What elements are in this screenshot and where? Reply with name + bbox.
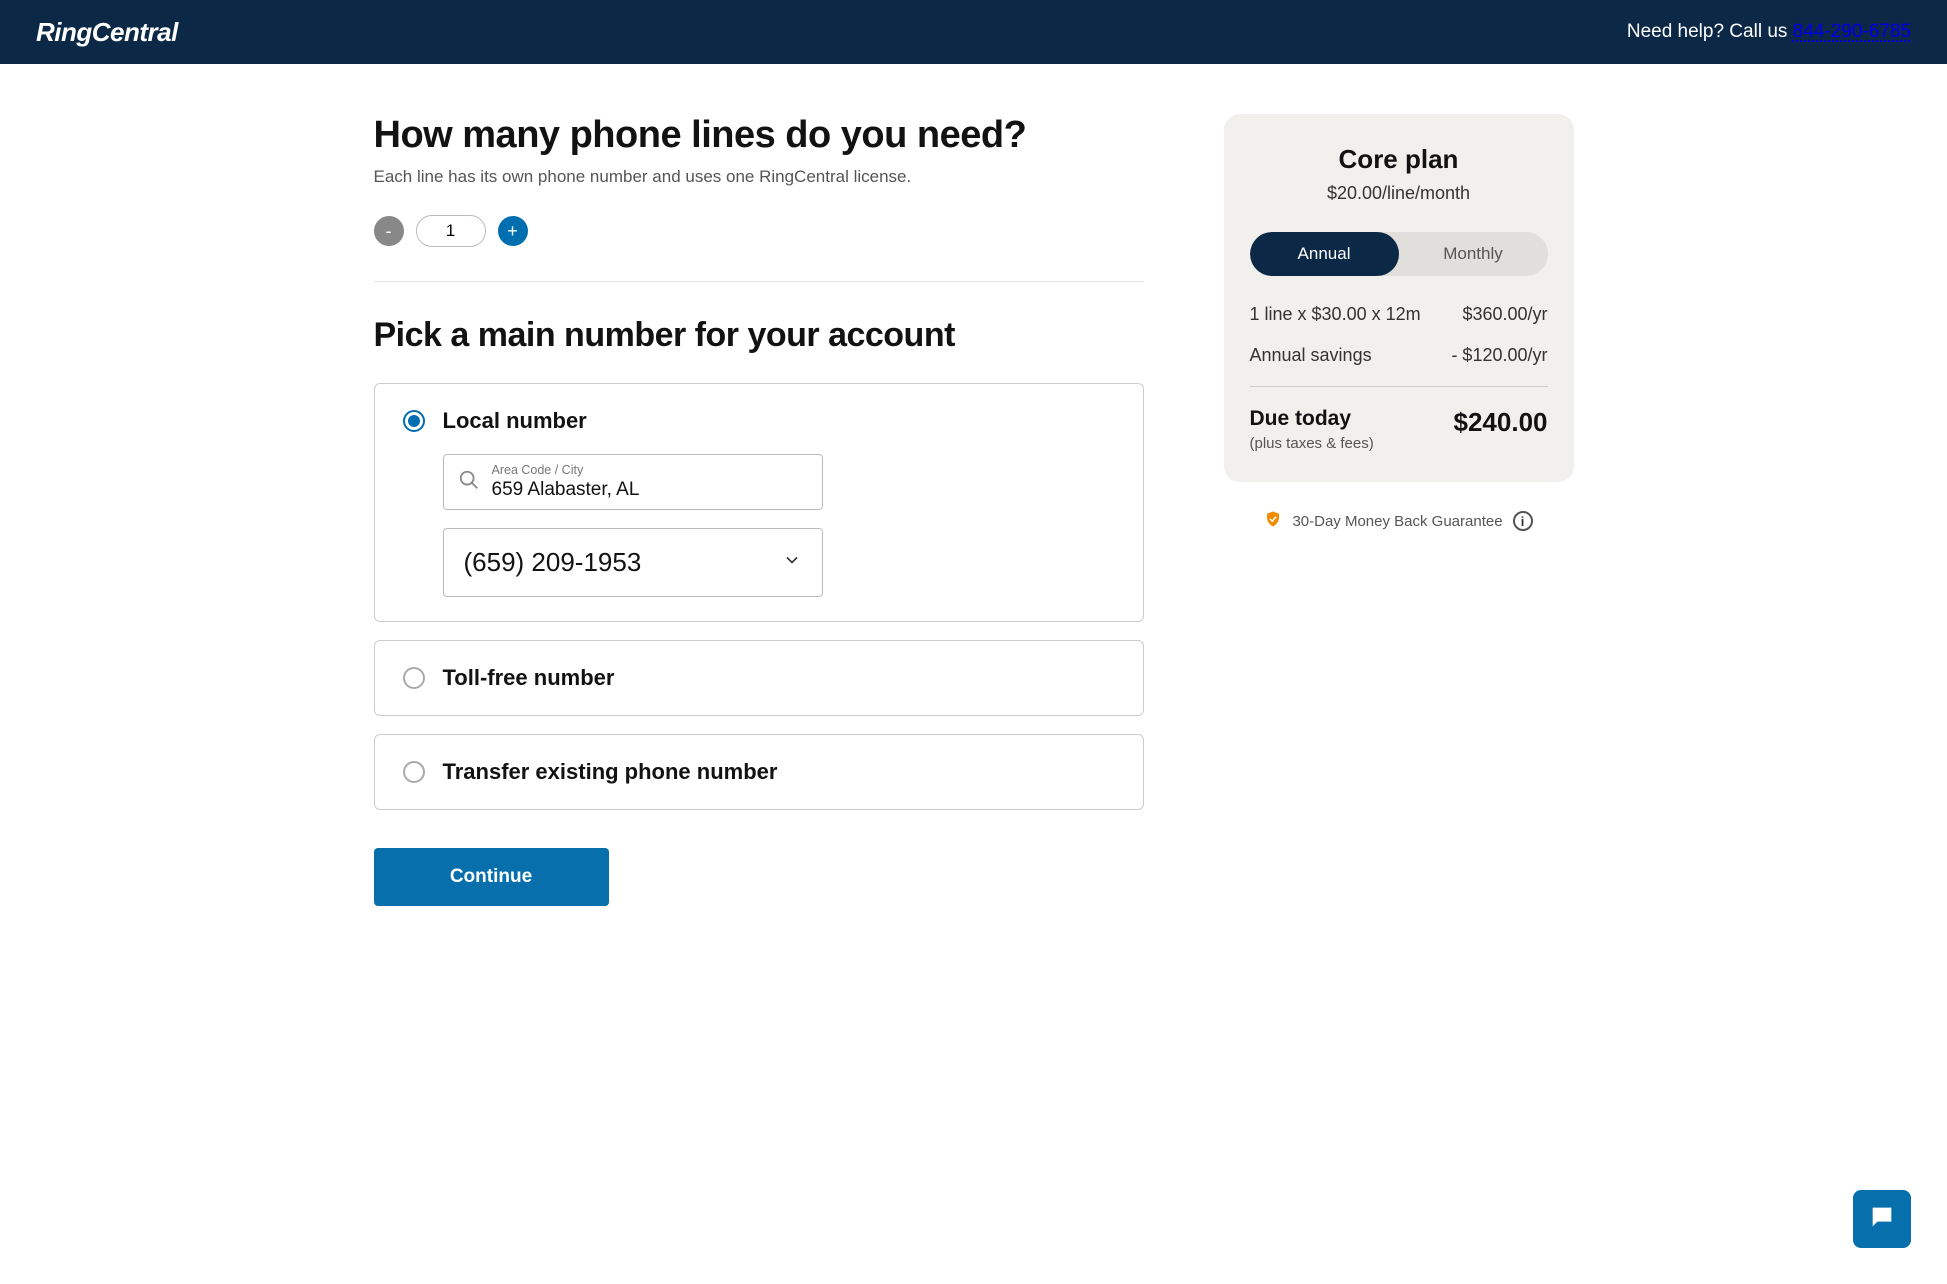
help-phone-link[interactable]: 844-290-6785 bbox=[1793, 21, 1911, 42]
option-local-label: Local number bbox=[443, 408, 587, 434]
due-today-row: Due today (plus taxes & fees) $240.00 bbox=[1250, 407, 1548, 452]
option-transfer[interactable]: Transfer existing phone number bbox=[374, 734, 1144, 810]
shield-check-icon bbox=[1264, 510, 1282, 532]
guarantee-row: 30-Day Money Back Guarantee i bbox=[1224, 510, 1574, 532]
line-item-desc: 1 line x $30.00 x 12m bbox=[1250, 304, 1421, 325]
chevron-down-icon bbox=[782, 550, 802, 575]
due-amount: $240.00 bbox=[1454, 407, 1548, 438]
continue-button[interactable]: Continue bbox=[374, 848, 609, 906]
plan-name: Core plan bbox=[1250, 144, 1548, 175]
plan-summary-card: Core plan $20.00/line/month Annual Month… bbox=[1224, 114, 1574, 482]
increment-button[interactable]: + bbox=[498, 216, 528, 246]
line-item-subtotal: 1 line x $30.00 x 12m $360.00/yr bbox=[1250, 304, 1548, 325]
number-section-title: Pick a main number for your account bbox=[374, 316, 1144, 355]
brand-logo: RingCentral bbox=[36, 17, 178, 48]
quantity-input[interactable] bbox=[416, 215, 486, 247]
area-code-float-label: Area Code / City bbox=[492, 463, 808, 477]
decrement-button[interactable]: - bbox=[374, 216, 404, 246]
option-toll-free[interactable]: Toll-free number bbox=[374, 640, 1144, 716]
billing-toggle: Annual Monthly bbox=[1250, 232, 1548, 276]
line-item-amount: $360.00/yr bbox=[1462, 304, 1547, 325]
plan-price: $20.00/line/month bbox=[1250, 183, 1548, 204]
option-transfer-label: Transfer existing phone number bbox=[443, 759, 778, 785]
savings-amount: - $120.00/yr bbox=[1451, 345, 1547, 366]
search-icon bbox=[458, 469, 480, 496]
radio-transfer[interactable] bbox=[403, 761, 425, 783]
chat-fab[interactable] bbox=[1853, 1190, 1911, 1248]
area-code-search[interactable]: Area Code / City 659 Alabaster, AL bbox=[443, 454, 823, 510]
due-sub: (plus taxes & fees) bbox=[1250, 435, 1374, 452]
brand-text: RingCentral bbox=[36, 17, 178, 48]
toggle-annual[interactable]: Annual bbox=[1250, 232, 1399, 276]
phone-number-select[interactable]: (659) 209-1953 bbox=[443, 528, 823, 597]
line-item-savings: Annual savings - $120.00/yr bbox=[1250, 345, 1548, 366]
lines-title: How many phone lines do you need? bbox=[374, 114, 1144, 157]
help-text: Need help? Call us 844-290-6785 bbox=[1627, 21, 1911, 43]
section-divider bbox=[374, 281, 1144, 282]
info-icon[interactable]: i bbox=[1513, 511, 1533, 531]
area-code-value: 659 Alabaster, AL bbox=[492, 479, 808, 501]
radio-toll-free[interactable] bbox=[403, 667, 425, 689]
phone-number-value: (659) 209-1953 bbox=[464, 547, 642, 578]
savings-desc: Annual savings bbox=[1250, 345, 1372, 366]
guarantee-text: 30-Day Money Back Guarantee bbox=[1292, 513, 1502, 530]
help-prefix: Need help? Call us bbox=[1627, 21, 1793, 42]
option-local-number[interactable]: Local number Area Code / City 659 Alabas… bbox=[374, 383, 1144, 622]
due-label: Due today bbox=[1250, 407, 1374, 431]
toggle-monthly[interactable]: Monthly bbox=[1399, 232, 1548, 276]
radio-local-number[interactable] bbox=[403, 410, 425, 432]
app-header: RingCentral Need help? Call us 844-290-6… bbox=[0, 0, 1947, 64]
option-toll-free-label: Toll-free number bbox=[443, 665, 615, 691]
summary-divider bbox=[1250, 386, 1548, 387]
chat-icon bbox=[1868, 1203, 1896, 1236]
lines-subtitle: Each line has its own phone number and u… bbox=[374, 167, 1144, 187]
quantity-stepper: - + bbox=[374, 215, 1144, 247]
